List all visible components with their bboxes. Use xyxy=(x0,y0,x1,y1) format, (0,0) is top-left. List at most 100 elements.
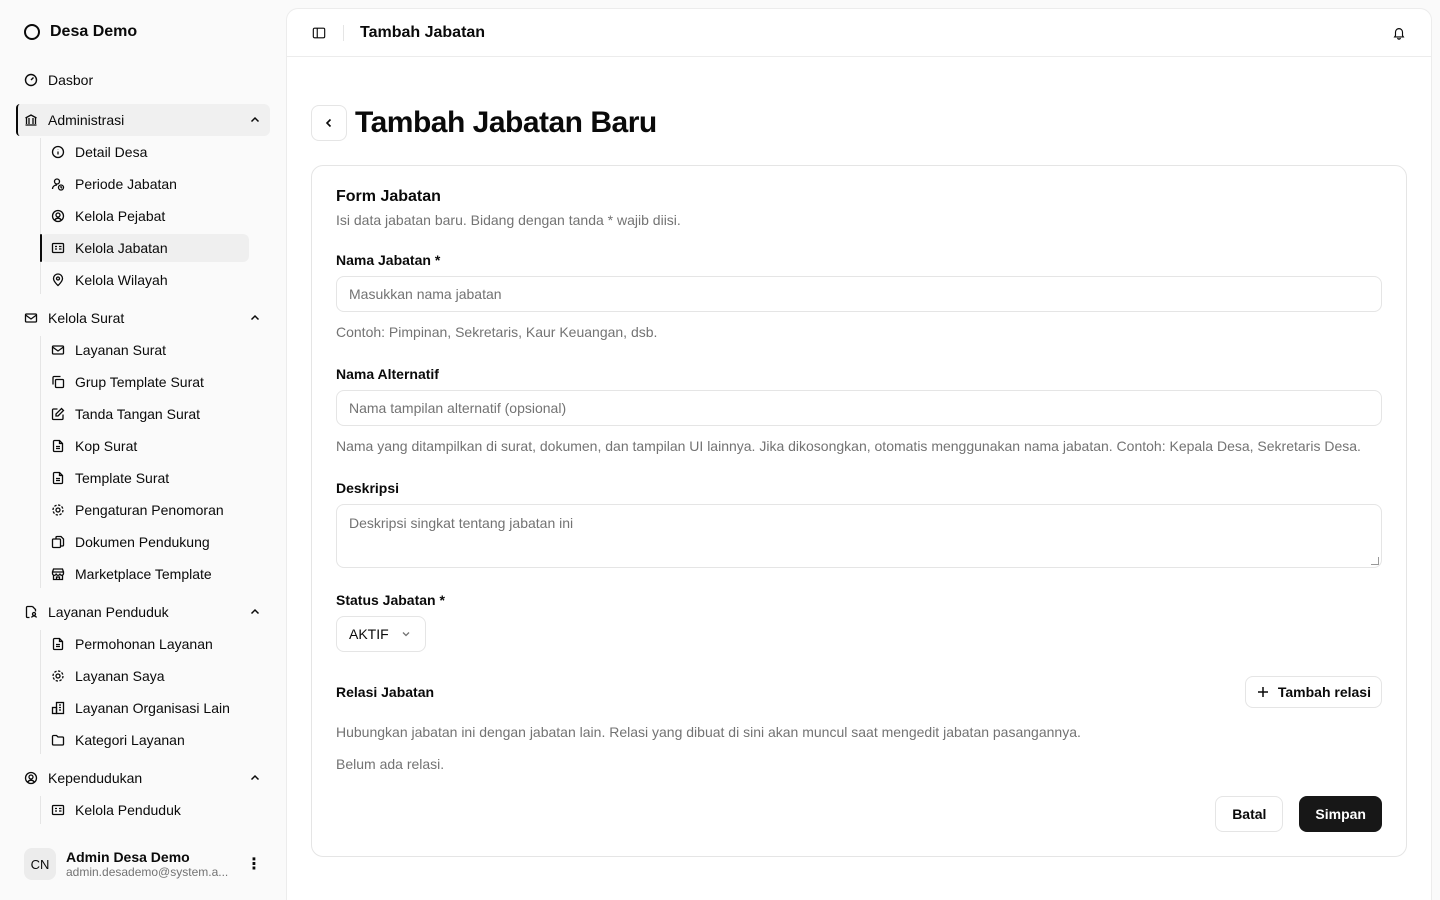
sidebar-subnav-kependudukan: Kelola Penduduk xyxy=(40,796,270,824)
field-nama-jabatan: Nama Jabatan * Masukkan nama jabatan Con… xyxy=(336,252,1382,342)
chevron-down-icon xyxy=(399,627,413,641)
sidebar-group-label: Kependudukan xyxy=(48,770,143,786)
sidebar-item-label: Layanan Saya xyxy=(75,668,165,684)
sidebar-item-label: Dasbor xyxy=(48,72,94,88)
sidebar-subnav-layanan-penduduk: Permohonan Layanan Layanan Saya Layanan … xyxy=(40,630,270,754)
sidebar-item-label: Kelola Pejabat xyxy=(75,208,166,224)
user-circle-icon xyxy=(51,209,65,223)
sidebar-item-dashboard[interactable]: Dasbor xyxy=(16,64,270,96)
sidebar-item-label: Kategori Layanan xyxy=(75,732,185,748)
form-actions: Batal Simpan xyxy=(336,796,1382,832)
user-meta: Admin Desa Demo admin.desademo@system.a.… xyxy=(66,849,236,879)
topbar-divider xyxy=(343,24,344,41)
file-text-icon xyxy=(51,637,65,651)
user-circle-icon xyxy=(24,771,38,785)
relasi-header: Relasi Jabatan Tambah relasi xyxy=(336,676,1382,708)
user-email: admin.desademo@system.a... xyxy=(66,865,229,879)
brand[interactable]: Desa Demo xyxy=(16,0,270,64)
sidebar-item-layanan-surat[interactable]: Layanan Surat xyxy=(41,336,249,364)
status-select[interactable]: AKTIF xyxy=(336,616,426,652)
sidebar-item-periode-jabatan[interactable]: Periode Jabatan xyxy=(41,170,249,198)
field-label: Nama Alternatif xyxy=(336,366,439,382)
files-icon xyxy=(51,535,65,549)
sidebar-item-label: Layanan Surat xyxy=(75,342,167,358)
sidebar-item-marketplace-template[interactable]: Marketplace Template xyxy=(41,560,249,588)
sidebar-item-kop-surat[interactable]: Kop Surat xyxy=(41,432,249,460)
add-relation-label: Tambah relasi xyxy=(1277,684,1371,700)
sidebar-item-kelola-wilayah[interactable]: Kelola Wilayah xyxy=(41,266,249,294)
bell-icon[interactable] xyxy=(1391,25,1407,41)
file-text-icon xyxy=(51,471,65,485)
topbar: Tambah Jabatan xyxy=(287,9,1431,57)
id-card-icon xyxy=(51,803,65,817)
brand-name: Desa Demo xyxy=(50,23,138,40)
sidebar-item-kelola-pejabat[interactable]: Kelola Pejabat xyxy=(41,202,249,230)
settings-icon xyxy=(51,669,65,683)
sidebar-subnav-kelola-surat: Layanan Surat Grup Template Surat Tanda … xyxy=(40,336,270,588)
field-label: Status Jabatan * xyxy=(336,592,445,608)
sidebar: Desa Demo Dasbor Administrasi Detail Des… xyxy=(0,0,286,900)
sidebar-item-tanda-tangan-surat[interactable]: Tanda Tangan Surat xyxy=(41,400,249,428)
sidebar-group-kelola-surat[interactable]: Kelola Surat xyxy=(16,302,270,334)
building-icon xyxy=(51,701,65,715)
sidebar-item-label: Periode Jabatan xyxy=(75,176,177,192)
field-status-jabatan: Status Jabatan * AKTIF xyxy=(336,592,1382,652)
sidebar-group-label: Layanan Penduduk xyxy=(48,604,169,620)
deskripsi-textarea[interactable]: Deskripsi singkat tentang jabatan ini xyxy=(336,504,1382,568)
user-menu[interactable]: CN Admin Desa Demo admin.desademo@system… xyxy=(16,840,270,888)
chevron-up-icon xyxy=(248,113,262,127)
add-relation-button[interactable]: Tambah relasi xyxy=(1244,676,1382,708)
sidebar-item-detail-desa[interactable]: Detail Desa xyxy=(41,138,249,166)
topbar-title: Tambah Jabatan xyxy=(360,23,486,41)
sidebar-group-layanan-penduduk[interactable]: Layanan Penduduk xyxy=(16,596,270,628)
chevron-left-icon xyxy=(322,116,336,130)
sidebar-item-label: Layanan Organisasi Lain xyxy=(75,700,230,716)
sidebar-item-label: Kelola Penduduk xyxy=(75,802,181,818)
info-icon xyxy=(51,145,65,159)
nama-alternatif-input[interactable]: Nama tampilan alternatif (opsional) xyxy=(336,390,1382,426)
relasi-description: Hubungkan jabatan ini dengan jabatan lai… xyxy=(336,724,1081,740)
sidebar-group-administrasi[interactable]: Administrasi xyxy=(16,104,270,136)
id-card-icon xyxy=(51,241,65,255)
user-name: Admin Desa Demo xyxy=(66,849,190,865)
folder-icon xyxy=(51,733,65,747)
mail-icon xyxy=(51,343,65,357)
form-card: Form Jabatan Isi data jabatan baru. Bida… xyxy=(311,165,1407,857)
sidebar-item-kelola-penduduk[interactable]: Kelola Penduduk xyxy=(41,796,249,824)
form-description: Isi data jabatan baru. Bidang dengan tan… xyxy=(336,212,681,228)
status-select-value: AKTIF xyxy=(349,626,389,642)
landmark-icon xyxy=(24,113,38,127)
gauge-icon xyxy=(24,73,38,87)
settings-icon xyxy=(51,503,65,517)
sidebar-item-dokumen-pendukung[interactable]: Dokumen Pendukung xyxy=(41,528,249,556)
sidebar-item-kategori-layanan[interactable]: Kategori Layanan xyxy=(41,726,249,754)
map-pin-icon xyxy=(51,273,65,287)
sidebar-group-kependudukan[interactable]: Kependudukan xyxy=(16,762,270,794)
sidebar-item-kelola-jabatan[interactable]: Kelola Jabatan xyxy=(40,234,249,262)
page-header: Tambah Jabatan Baru xyxy=(311,105,1407,141)
store-icon xyxy=(51,567,65,581)
save-button[interactable]: Simpan xyxy=(1299,796,1382,832)
sidebar-group-label: Kelola Surat xyxy=(48,310,125,326)
field-hint: Contoh: Pimpinan, Sekretaris, Kaur Keuan… xyxy=(336,324,658,340)
sidebar-item-permohonan-layanan[interactable]: Permohonan Layanan xyxy=(41,630,249,658)
chevron-up-icon xyxy=(248,605,262,619)
back-button[interactable] xyxy=(311,105,347,141)
sidebar-item-template-surat[interactable]: Template Surat xyxy=(41,464,249,492)
relasi-empty: Belum ada relasi. xyxy=(336,756,445,772)
pen-square-icon xyxy=(51,407,65,421)
cancel-button[interactable]: Batal xyxy=(1215,796,1284,832)
sidebar-item-label: Dokumen Pendukung xyxy=(75,534,210,550)
page-content: Tambah Jabatan Baru Form Jabatan Isi dat… xyxy=(287,57,1431,857)
nama-jabatan-input[interactable]: Masukkan nama jabatan xyxy=(336,276,1382,312)
file-text-icon xyxy=(51,439,65,453)
sidebar-item-layanan-organisasi-lain[interactable]: Layanan Organisasi Lain xyxy=(41,694,249,722)
sidebar-item-layanan-saya[interactable]: Layanan Saya xyxy=(41,662,249,690)
sidebar-toggle-icon[interactable] xyxy=(311,25,327,41)
sidebar-group-label: Administrasi xyxy=(48,112,125,128)
more-vertical-icon[interactable]: ⋮ xyxy=(246,854,262,874)
user-clock-icon xyxy=(51,177,65,191)
sidebar-item-grup-template-surat[interactable]: Grup Template Surat xyxy=(41,368,249,396)
sidebar-item-pengaturan-penomoran[interactable]: Pengaturan Penomoran xyxy=(41,496,249,524)
sidebar-subnav-administrasi: Detail Desa Periode Jabatan Kelola Pejab… xyxy=(40,138,270,294)
